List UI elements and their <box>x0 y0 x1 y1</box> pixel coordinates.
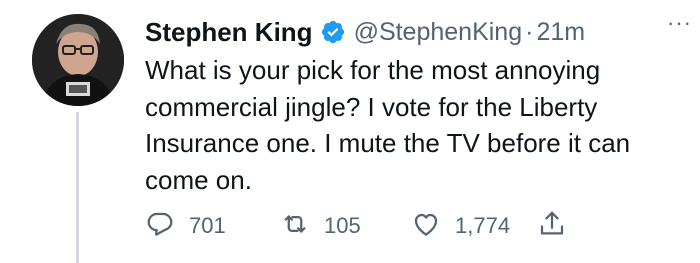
share-button[interactable] <box>537 206 567 246</box>
retweet-count: 105 <box>324 213 361 238</box>
share-icon <box>537 209 567 244</box>
author-handle[interactable]: @StephenKing <box>354 18 523 47</box>
avatar[interactable] <box>32 14 124 106</box>
verified-badge-icon <box>320 19 346 45</box>
more-icon[interactable]: ··· <box>667 10 692 36</box>
thread-line <box>76 112 79 263</box>
tweet-text: What is your pick for the most annoying … <box>145 55 631 195</box>
like-count: 1,774 <box>455 213 511 238</box>
like-button[interactable]: 1,774 <box>411 206 510 246</box>
author-name[interactable]: Stephen King <box>145 17 313 48</box>
heart-icon <box>411 209 441 244</box>
reply-count: 701 <box>189 213 226 238</box>
separator-dot: · <box>525 17 534 46</box>
tweet-header: Stephen King @StephenKing · 21m <box>145 12 680 52</box>
timestamp[interactable]: 21m <box>536 18 585 47</box>
reply-button[interactable]: 701 <box>145 206 226 246</box>
tweet[interactable]: Stephen King @StephenKing · 21m ··· What… <box>0 0 700 263</box>
reply-icon <box>145 209 175 244</box>
tweet-actions: 701 105 1,774 <box>145 206 615 246</box>
retweet-icon <box>280 209 310 244</box>
avatar-image <box>32 14 124 106</box>
retweet-button[interactable]: 105 <box>280 206 361 246</box>
